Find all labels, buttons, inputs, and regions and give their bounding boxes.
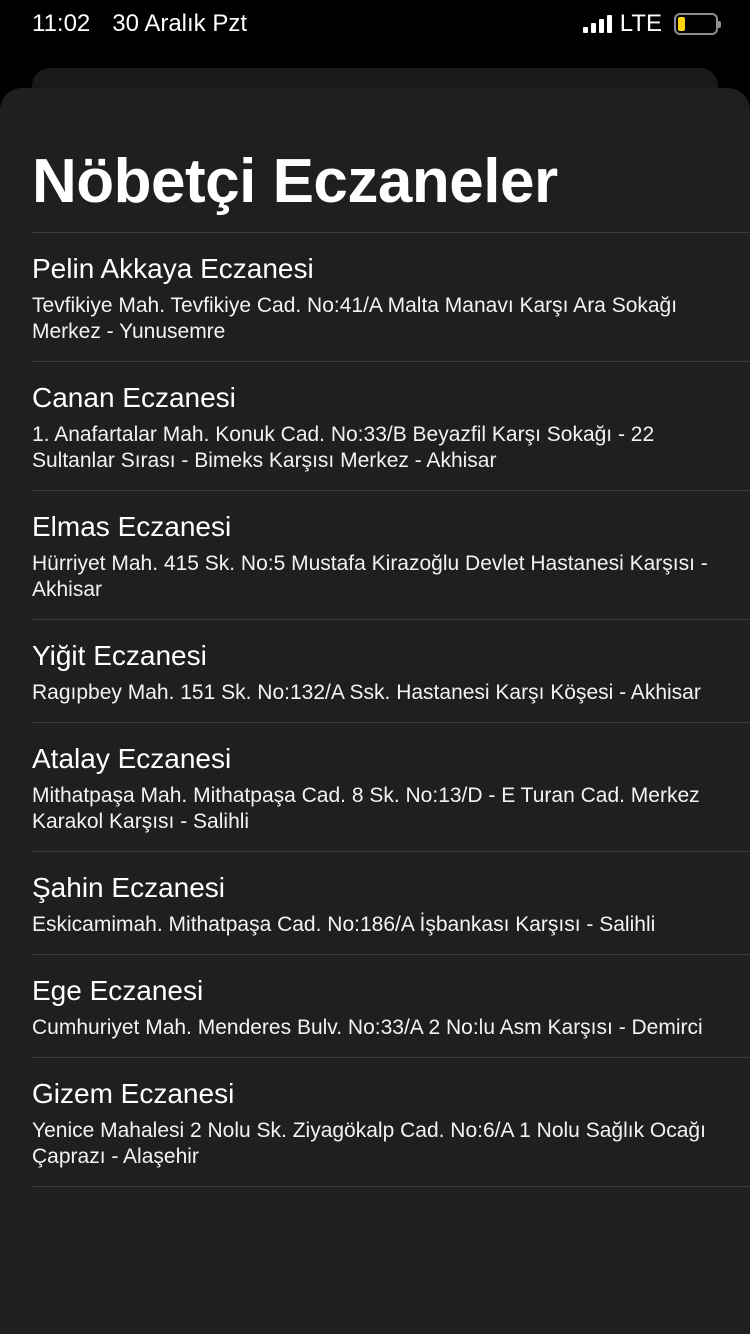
pharmacy-list[interactable]: Pelin Akkaya Eczanesi Tevfikiye Mah. Tevf… bbox=[32, 232, 750, 1187]
pharmacy-address: Cumhuriyet Mah. Menderes Bulv. No:33/A 2… bbox=[32, 1016, 703, 1039]
pharmacy-name: Atalay Eczanesi bbox=[32, 743, 232, 774]
pharmacy-address: 1. Anafartalar Mah. Konuk Cad. No:33/B B… bbox=[32, 423, 655, 472]
list-divider bbox=[32, 1186, 750, 1187]
pharmacy-address: Eskicamimah. Mithatpaşa Cad. No:186/A İş… bbox=[32, 913, 656, 936]
list-item[interactable]: Şahin Eczanesi Eskicamimah. Mithatpaşa Ca… bbox=[32, 851, 750, 954]
pharmacy-address: Tevfikiye Mah. Tevfikiye Cad. No:41/A Ma… bbox=[32, 294, 678, 343]
pharmacy-name: Yiğit Eczanesi bbox=[32, 640, 207, 671]
battery-icon bbox=[674, 13, 721, 35]
pharmacy-address: Mithatpaşa Mah. Mithatpaşa Cad. 8 Sk. No… bbox=[32, 784, 700, 833]
pharmacy-address: Yenice Mahalesi 2 Nolu Sk. Ziyagökalp Ca… bbox=[32, 1119, 706, 1168]
pharmacy-address: Hürriyet Mah. 415 Sk. No:5 Mustafa Kiraz… bbox=[32, 552, 708, 601]
status-bar: 11:02 30 Aralık Pzt LTE bbox=[0, 0, 750, 48]
battery-level bbox=[678, 17, 686, 31]
pharmacy-name: Canan Eczanesi bbox=[32, 382, 236, 413]
status-date: 30 Aralık Pzt bbox=[112, 10, 248, 37]
list-item[interactable]: Canan Eczanesi 1. Anafartalar Mah. Konuk … bbox=[32, 361, 750, 490]
pharmacy-address: Ragıpbey Mah. 151 Sk. No:132/A Ssk. Hast… bbox=[32, 681, 701, 704]
list-item[interactable]: Yiğit Eczanesi Ragıpbey Mah. 151 Sk. No:1… bbox=[32, 619, 750, 722]
pharmacy-name: Ege Eczanesi bbox=[32, 975, 204, 1006]
pharmacy-name: Şahin Eczanesi bbox=[32, 872, 226, 903]
list-item[interactable]: Elmas Eczanesi Hürriyet Mah. 415 Sk. No:5… bbox=[32, 490, 750, 619]
list-item[interactable]: Atalay Eczanesi Mithatpaşa Mah. Mithatpaş… bbox=[32, 722, 750, 851]
list-item[interactable]: Ege Eczanesi Cumhuriyet Mah. Menderes Bul… bbox=[32, 954, 750, 1057]
page-title: Nöbetçi Eczaneler bbox=[32, 147, 558, 216]
list-item[interactable]: Gizem Eczanesi Yenice Mahalesi 2 Nolu Sk.… bbox=[32, 1057, 750, 1186]
signal-icon bbox=[582, 15, 612, 33]
pharmacy-name: Elmas Eczanesi bbox=[32, 511, 232, 542]
list-item[interactable]: Pelin Akkaya Eczanesi Tevfikiye Mah. Tevf… bbox=[32, 232, 750, 361]
network-type: LTE bbox=[619, 10, 662, 37]
pharmacy-name: Pelin Akkaya Eczanesi bbox=[32, 253, 314, 284]
pharmacy-name: Gizem Eczanesi bbox=[32, 1078, 235, 1109]
status-time: 11:02 bbox=[32, 10, 91, 37]
